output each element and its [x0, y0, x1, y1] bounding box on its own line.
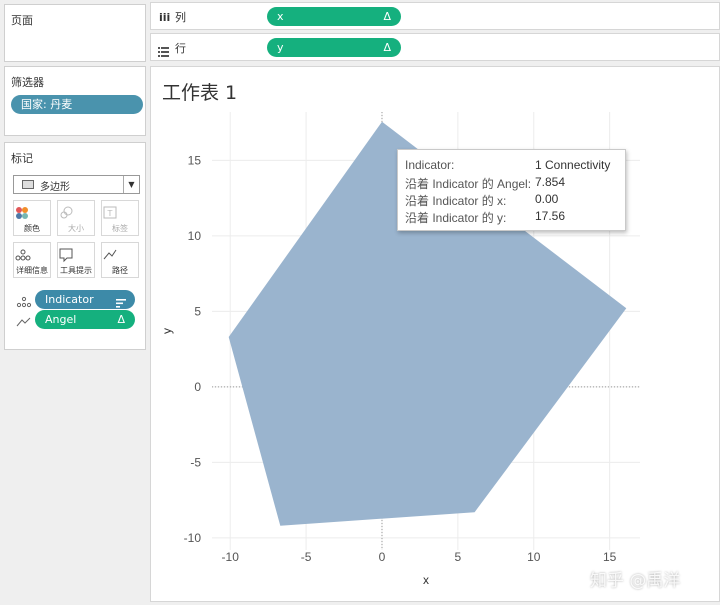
x-axis-label: x: [423, 573, 429, 587]
x-tick-label: 10: [527, 550, 541, 564]
tooltip-key: Indicator:: [405, 158, 455, 172]
y-tick-label: 5: [194, 304, 201, 318]
tooltip-value: 7.854: [535, 175, 566, 189]
tooltip-value: 17.56: [535, 209, 566, 223]
x-tick-label: 5: [455, 550, 462, 564]
x-tick-label: 0: [379, 550, 386, 564]
y-axis-label: y: [160, 328, 174, 334]
mark-tooltip: Indicator: 1 Connectivity 沿着 Indicator 的…: [397, 149, 626, 231]
tooltip-value: 1 Connectivity: [535, 158, 611, 172]
y-tick-label: -10: [184, 531, 202, 545]
y-tick-label: 15: [188, 153, 202, 167]
x-tick-label: -5: [301, 550, 312, 564]
x-tick-label: -10: [222, 550, 240, 564]
y-tick-label: 10: [188, 229, 202, 243]
x-tick-label: 15: [603, 550, 617, 564]
tooltip-key: 沿着 Indicator 的 y:: [405, 211, 507, 225]
tooltip-key: 沿着 Indicator 的 x:: [405, 194, 507, 208]
watermark: 知乎 @禹洋: [590, 571, 681, 591]
tooltip-value: 0.00: [535, 192, 559, 206]
tooltip-key: 沿着 Indicator 的 Angel:: [405, 177, 532, 191]
y-tick-label: 0: [194, 380, 201, 394]
y-tick-label: -5: [190, 455, 201, 469]
chart: -10 -5 0 5 10 15 -10 -5 0 5 10 15 x y: [160, 112, 640, 587]
